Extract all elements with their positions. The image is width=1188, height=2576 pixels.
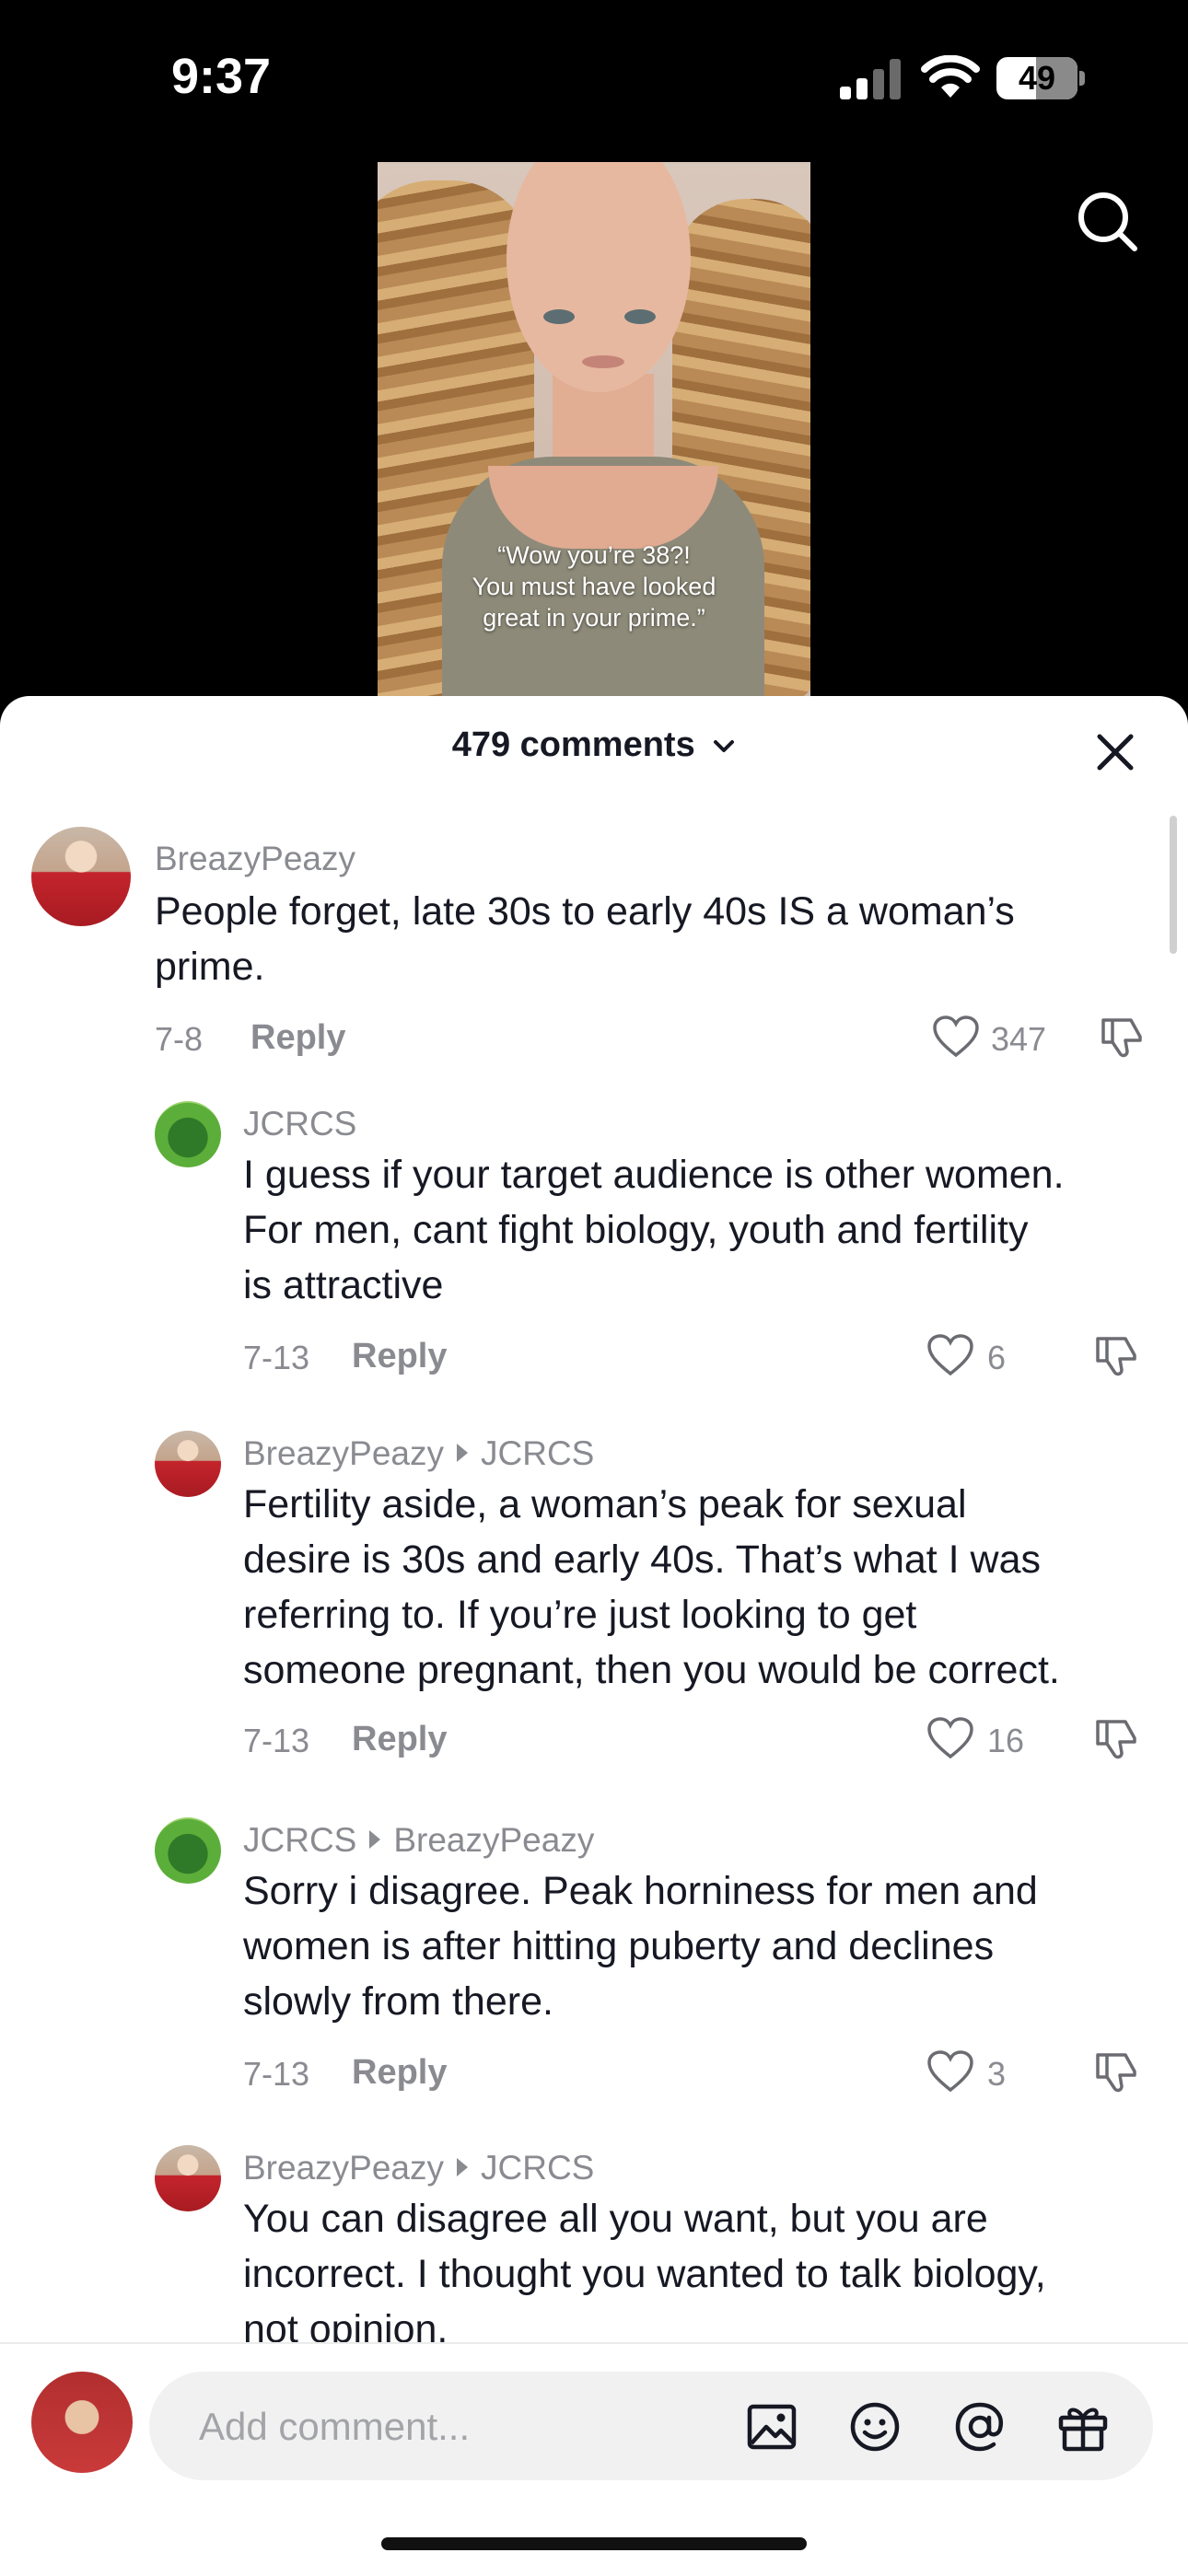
- reply-button[interactable]: Reply: [352, 1720, 447, 1759]
- avatar[interactable]: [155, 1101, 221, 1167]
- comment-text: Sorry i disagree. Peak horniness for men…: [243, 1869, 1038, 2024]
- cellular-signal-icon: [840, 59, 901, 99]
- gift-icon[interactable]: [1055, 2399, 1111, 2454]
- comment-username[interactable]: JCRCS BreazyPeazy: [243, 1821, 594, 1860]
- like-count: 6: [987, 1339, 1007, 1376]
- comment-date: 7-8: [155, 1020, 204, 1058]
- heart-icon[interactable]: [932, 1015, 980, 1059]
- avatar[interactable]: [155, 1817, 221, 1884]
- status-time: 9:37: [171, 49, 272, 104]
- video-person-face: [507, 162, 691, 392]
- replied-to-user: JCRCS: [481, 1434, 595, 1472]
- at-sign-icon[interactable]: [952, 2399, 1007, 2454]
- comment-date: 7-13: [243, 2055, 310, 2093]
- video-caption: “Wow you’re 38?! You must have looked gr…: [472, 541, 716, 632]
- comment-date: 7-13: [243, 1722, 310, 1759]
- battery-level: 49: [1018, 59, 1056, 97]
- comment-author: BreazyPeazy: [243, 2149, 444, 2187]
- comment-username[interactable]: JCRCS: [243, 1105, 356, 1143]
- comment-input-container[interactable]: [149, 2372, 1153, 2482]
- chevron-down-icon: [714, 739, 735, 752]
- wifi-icon: [921, 55, 980, 98]
- comment-text: You can disagree all you want, but you a…: [243, 2197, 1046, 2351]
- thumbs-down-icon[interactable]: [1098, 1013, 1146, 1061]
- comment-reply-item: BreazyPeazy JCRCS Fertility aside, a woma…: [155, 1431, 1164, 1799]
- comment-reply-item: JCRCS BreazyPeazy Sorry i disagree. Peak …: [155, 1817, 1164, 2130]
- battery-indicator: 49: [996, 57, 1085, 101]
- comment-reply-item: BreazyPeazy JCRCS You can disagree all yo…: [155, 2145, 1164, 2351]
- comments-header: 479 comments: [0, 696, 1188, 797]
- thumbs-down-icon[interactable]: [1092, 1331, 1140, 1379]
- comment-count-toggle[interactable]: 479 comments: [0, 725, 1188, 765]
- status-bar: 9:37 49: [0, 0, 1188, 157]
- comment-username[interactable]: BreazyPeazy JCRCS: [243, 2149, 594, 2187]
- comments-sheet: 479 comments BreazyPeazy People forget, …: [0, 696, 1188, 2574]
- comment-author: BreazyPeazy: [243, 1434, 444, 1472]
- comment-reply-item: JCRCS I guess if your target audience is…: [155, 1101, 1164, 1414]
- video-preview[interactable]: “Wow you’re 38?! You must have looked gr…: [378, 162, 810, 696]
- heart-icon[interactable]: [926, 1716, 974, 1760]
- reply-arrow-icon: [457, 2158, 468, 2177]
- comment-input[interactable]: [197, 2372, 772, 2482]
- comment-count-label: 479 comments: [451, 725, 695, 764]
- thumbs-down-icon[interactable]: [1092, 2048, 1140, 2095]
- reply-arrow-icon: [369, 1830, 381, 1850]
- thumbs-down-icon[interactable]: [1092, 1714, 1140, 1762]
- comment-item: BreazyPeazy People forget, late 30s to e…: [31, 827, 1164, 1075]
- comment-author: JCRCS: [243, 1821, 357, 1859]
- comment-text: I guess if your target audience is other…: [243, 1153, 1065, 1307]
- avatar[interactable]: [155, 2145, 221, 2211]
- replied-to-user: BreazyPeazy: [393, 1821, 595, 1859]
- like-count: 16: [987, 1722, 1025, 1759]
- heart-icon[interactable]: [926, 2049, 974, 2094]
- comment-text: People forget, late 30s to early 40s IS …: [155, 889, 1015, 989]
- reply-arrow-icon: [457, 1444, 468, 1463]
- comment-date: 7-13: [243, 1339, 310, 1376]
- reply-button[interactable]: Reply: [250, 1018, 345, 1058]
- heart-icon[interactable]: [926, 1333, 974, 1377]
- comment-username[interactable]: BreazyPeazy JCRCS: [243, 1434, 594, 1473]
- emoji-icon[interactable]: [847, 2399, 903, 2454]
- avatar[interactable]: [155, 1431, 221, 1497]
- like-count: 3: [987, 2055, 1007, 2093]
- replied-to-user: JCRCS: [481, 2149, 595, 2187]
- comment-text: Fertility aside, a woman’s peak for sexu…: [243, 1482, 1060, 1692]
- avatar[interactable]: [31, 827, 131, 926]
- search-icon[interactable]: [1076, 190, 1140, 254]
- close-icon[interactable]: [1092, 729, 1138, 775]
- reply-button[interactable]: Reply: [352, 1337, 447, 1376]
- like-count: 347: [991, 1020, 1047, 1058]
- comment-username[interactable]: BreazyPeazy: [155, 840, 355, 878]
- comments-scrollbar[interactable]: [1170, 816, 1177, 954]
- comment-composer-bar: [0, 2342, 1188, 2576]
- home-indicator[interactable]: [381, 2537, 807, 2550]
- image-icon[interactable]: [744, 2399, 799, 2454]
- my-avatar[interactable]: [31, 2372, 133, 2473]
- reply-button[interactable]: Reply: [352, 2053, 447, 2093]
